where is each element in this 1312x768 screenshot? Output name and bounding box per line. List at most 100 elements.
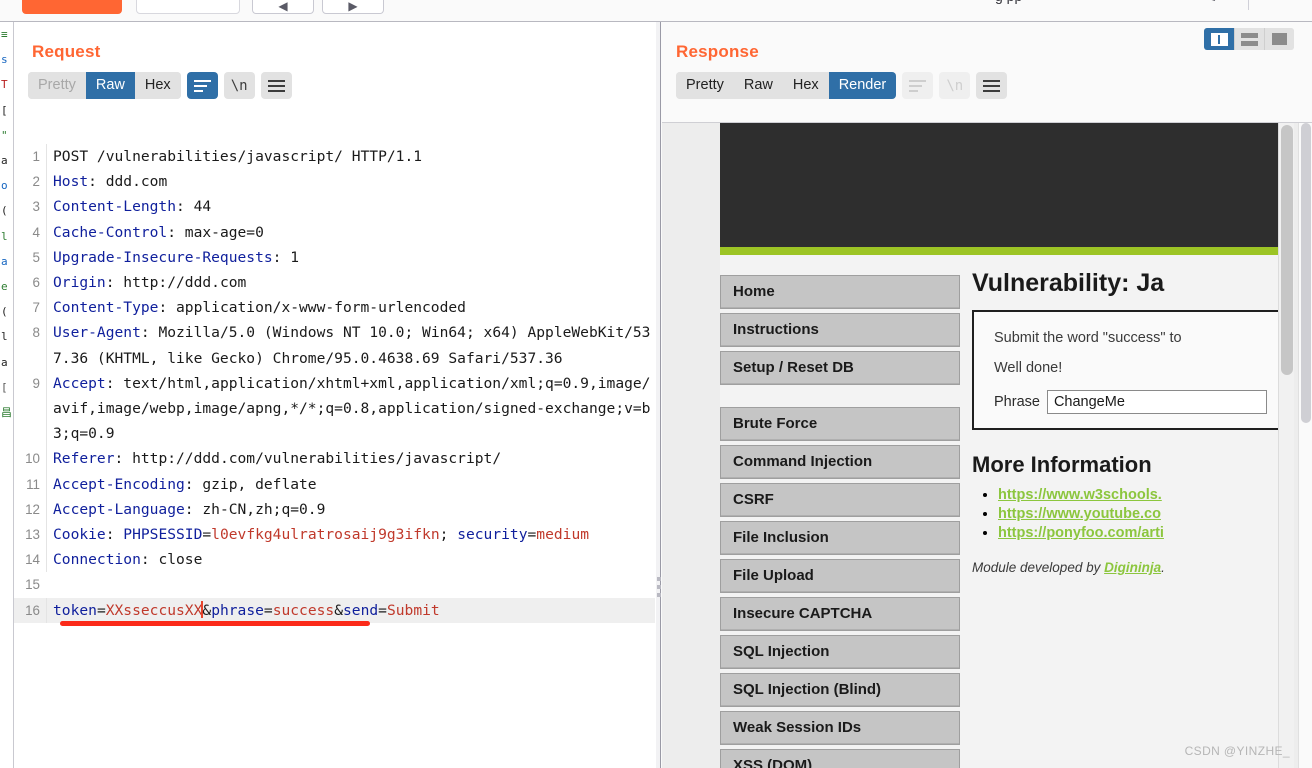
request-panel: Request Pretty Raw Hex \n 1 POST /vulnera… bbox=[14, 22, 655, 768]
line-text: Upgrade-Insecure-Requests: 1 bbox=[46, 244, 655, 271]
line-number: 10 bbox=[25, 451, 40, 467]
sidebar-item-csrf[interactable]: CSRF bbox=[720, 483, 960, 517]
code-token: Content-Length bbox=[53, 198, 177, 216]
line-text: Accept-Language: zh-CN,zh;q=0.9 bbox=[46, 496, 655, 523]
request-code-area[interactable]: 1 POST /vulnerabilities/javascript/ HTTP/… bbox=[14, 144, 655, 768]
sidebar-item-command-injection[interactable]: Command Injection bbox=[720, 445, 960, 479]
reference-link[interactable]: https://www.youtube.co bbox=[998, 506, 1161, 522]
code-line: 13 Cookie: PHPSESSID=l0evfkg4ulratrosaij9… bbox=[14, 522, 655, 548]
tab-pretty[interactable]: Pretty bbox=[28, 72, 86, 99]
splitter-grip[interactable] bbox=[657, 577, 661, 601]
sidebar-item-file-upload[interactable]: File Upload bbox=[720, 559, 960, 593]
code-line: 5 Upgrade-Insecure-Requests: 1 bbox=[14, 244, 655, 271]
line-text: Cookie: PHPSESSID=l0evfkg4ulratrosaij9g3… bbox=[46, 522, 655, 548]
sidebar-item-setup-reset-db[interactable]: Setup / Reset DB bbox=[720, 351, 960, 385]
list-item: https://www.youtube.co bbox=[998, 505, 1294, 523]
code-token: XXsseccusXX bbox=[105, 601, 203, 619]
code-token: : zh-CN,zh;q=0.9 bbox=[184, 500, 326, 518]
send-button[interactable] bbox=[22, 0, 122, 14]
page-title: Vulnerability: Ja bbox=[972, 269, 1165, 297]
line-number: 4 bbox=[32, 224, 40, 240]
reference-links: https://www.w3schools. https://www.youtub… bbox=[972, 486, 1294, 542]
dvwa-sidebar: Home Instructions Setup / Reset DB Brute Fo… bbox=[720, 275, 960, 768]
digininja-link[interactable]: Digininja bbox=[1104, 560, 1161, 575]
hamburger-icon[interactable] bbox=[976, 72, 1008, 99]
nav-back-button[interactable]: ◀ bbox=[252, 0, 314, 14]
sliver-glyph: [ bbox=[1, 103, 8, 117]
code-token: Cookie bbox=[53, 526, 106, 544]
page-scrollbar[interactable] bbox=[1278, 123, 1294, 768]
sidebar-item-home[interactable]: Home bbox=[720, 275, 960, 309]
reference-link[interactable]: https://ponyfoo.com/arti bbox=[998, 525, 1164, 541]
code-token: send bbox=[343, 601, 379, 619]
code-token: Accept bbox=[53, 374, 106, 392]
line-number: 11 bbox=[26, 476, 40, 492]
module-credit-prefix: Module developed by bbox=[972, 560, 1105, 575]
code-token: : close bbox=[140, 551, 203, 569]
phrase-input[interactable] bbox=[1046, 390, 1267, 414]
code-token: Cache-Control bbox=[53, 223, 168, 241]
single-pane-icon[interactable] bbox=[1264, 28, 1294, 50]
sidebar-item-brute-force[interactable]: Brute Force bbox=[720, 407, 960, 441]
sidebar-item-xss-dom[interactable]: XSS (DOM) bbox=[720, 749, 960, 768]
code-token: PHPSESSID bbox=[123, 526, 203, 544]
code-token: : http://ddd.com/vulnerabilities/javascr… bbox=[114, 450, 502, 468]
sliver-glyph: a bbox=[1, 154, 8, 168]
dvwa-body: Home Instructions Setup / Reset DB Brute Fo… bbox=[720, 255, 1294, 768]
newline-label: \n bbox=[946, 77, 964, 94]
code-token: success bbox=[272, 601, 335, 619]
line-text: User-Agent: Mozilla/5.0 (Windows NT 10.0… bbox=[46, 320, 655, 371]
sliver-glyph: l bbox=[1, 229, 8, 243]
tab-hex[interactable]: Hex bbox=[782, 72, 829, 99]
code-token: Content-Type bbox=[53, 299, 159, 317]
dvwa-content: Vulnerability: Ja Submit the word "succe… bbox=[972, 269, 1294, 575]
line-text: Cache-Control: max-age=0 bbox=[46, 219, 655, 245]
tab-raw[interactable]: Raw bbox=[733, 72, 783, 99]
toolbar-divider bbox=[1248, 0, 1249, 10]
code-token: & bbox=[334, 601, 344, 619]
reference-link[interactable]: https://www.w3schools. bbox=[998, 487, 1162, 503]
nav-forward-button[interactable]: ▶ bbox=[322, 0, 384, 14]
sidebar-item-insecure-captcha[interactable]: Insecure CAPTCHA bbox=[720, 597, 960, 631]
sidebar-item-sql-injection-blind[interactable]: SQL Injection (Blind) bbox=[720, 673, 960, 707]
hamburger-icon[interactable] bbox=[260, 72, 292, 99]
sliver-glyph: s bbox=[1, 53, 8, 67]
sidebar-item-weak-session-ids[interactable]: Weak Session IDs bbox=[720, 711, 960, 745]
phrase-row: Phrase bbox=[994, 390, 1294, 414]
code-token: Host bbox=[53, 173, 89, 191]
code-line: 7 Content-Type: application/x-www-form-ur… bbox=[14, 295, 655, 321]
code-token: token bbox=[53, 601, 97, 619]
code-line: 12 Accept-Language: zh-CN,zh;q=0.9 bbox=[14, 496, 655, 523]
tab-render[interactable]: Render bbox=[828, 72, 897, 99]
word-wrap-icon[interactable] bbox=[186, 72, 218, 99]
sliver-glyph: ≡ bbox=[1, 28, 8, 41]
challenge-box: Submit the word "success" to Well done! … bbox=[972, 310, 1294, 430]
tab-hex[interactable]: Hex bbox=[134, 72, 181, 99]
sliver-glyph: o bbox=[1, 179, 8, 193]
render-scrollbar[interactable] bbox=[1298, 123, 1312, 768]
render-scroll-thumb[interactable] bbox=[1301, 123, 1311, 423]
line-number: 13 bbox=[25, 527, 40, 543]
newline-icon: \n bbox=[939, 72, 971, 99]
sliver-glyph: [ bbox=[1, 380, 8, 394]
code-token: medium bbox=[536, 526, 590, 544]
code-line: 1 POST /vulnerabilities/javascript/ HTTP/… bbox=[14, 144, 655, 170]
panel-splitter[interactable] bbox=[655, 22, 661, 768]
tab-raw[interactable]: Raw bbox=[85, 72, 135, 99]
code-token: Connection bbox=[53, 551, 141, 569]
page-scroll-thumb[interactable] bbox=[1281, 125, 1293, 375]
sliver-glyph: ( bbox=[1, 204, 8, 218]
split-horizontal-icon[interactable] bbox=[1234, 28, 1264, 50]
pencil-icon[interactable]: ✎ bbox=[1205, 0, 1217, 6]
sidebar-item-sql-injection[interactable]: SQL Injection bbox=[720, 635, 960, 669]
nav-back-icon: ◀ bbox=[278, 0, 288, 13]
target-field[interactable] bbox=[136, 0, 240, 14]
sidebar-item-instructions[interactable]: Instructions bbox=[720, 313, 960, 347]
code-line: 11 Accept-Encoding: gzip, deflate bbox=[14, 471, 655, 497]
tab-pretty[interactable]: Pretty bbox=[676, 72, 734, 99]
line-number: 15 bbox=[25, 577, 40, 593]
code-token: : text/html,application/xhtml+xml,applic… bbox=[53, 374, 651, 443]
sidebar-item-file-inclusion[interactable]: File Inclusion bbox=[720, 521, 960, 555]
newline-icon[interactable]: \n bbox=[223, 72, 255, 99]
split-vertical-icon[interactable] bbox=[1204, 28, 1234, 50]
